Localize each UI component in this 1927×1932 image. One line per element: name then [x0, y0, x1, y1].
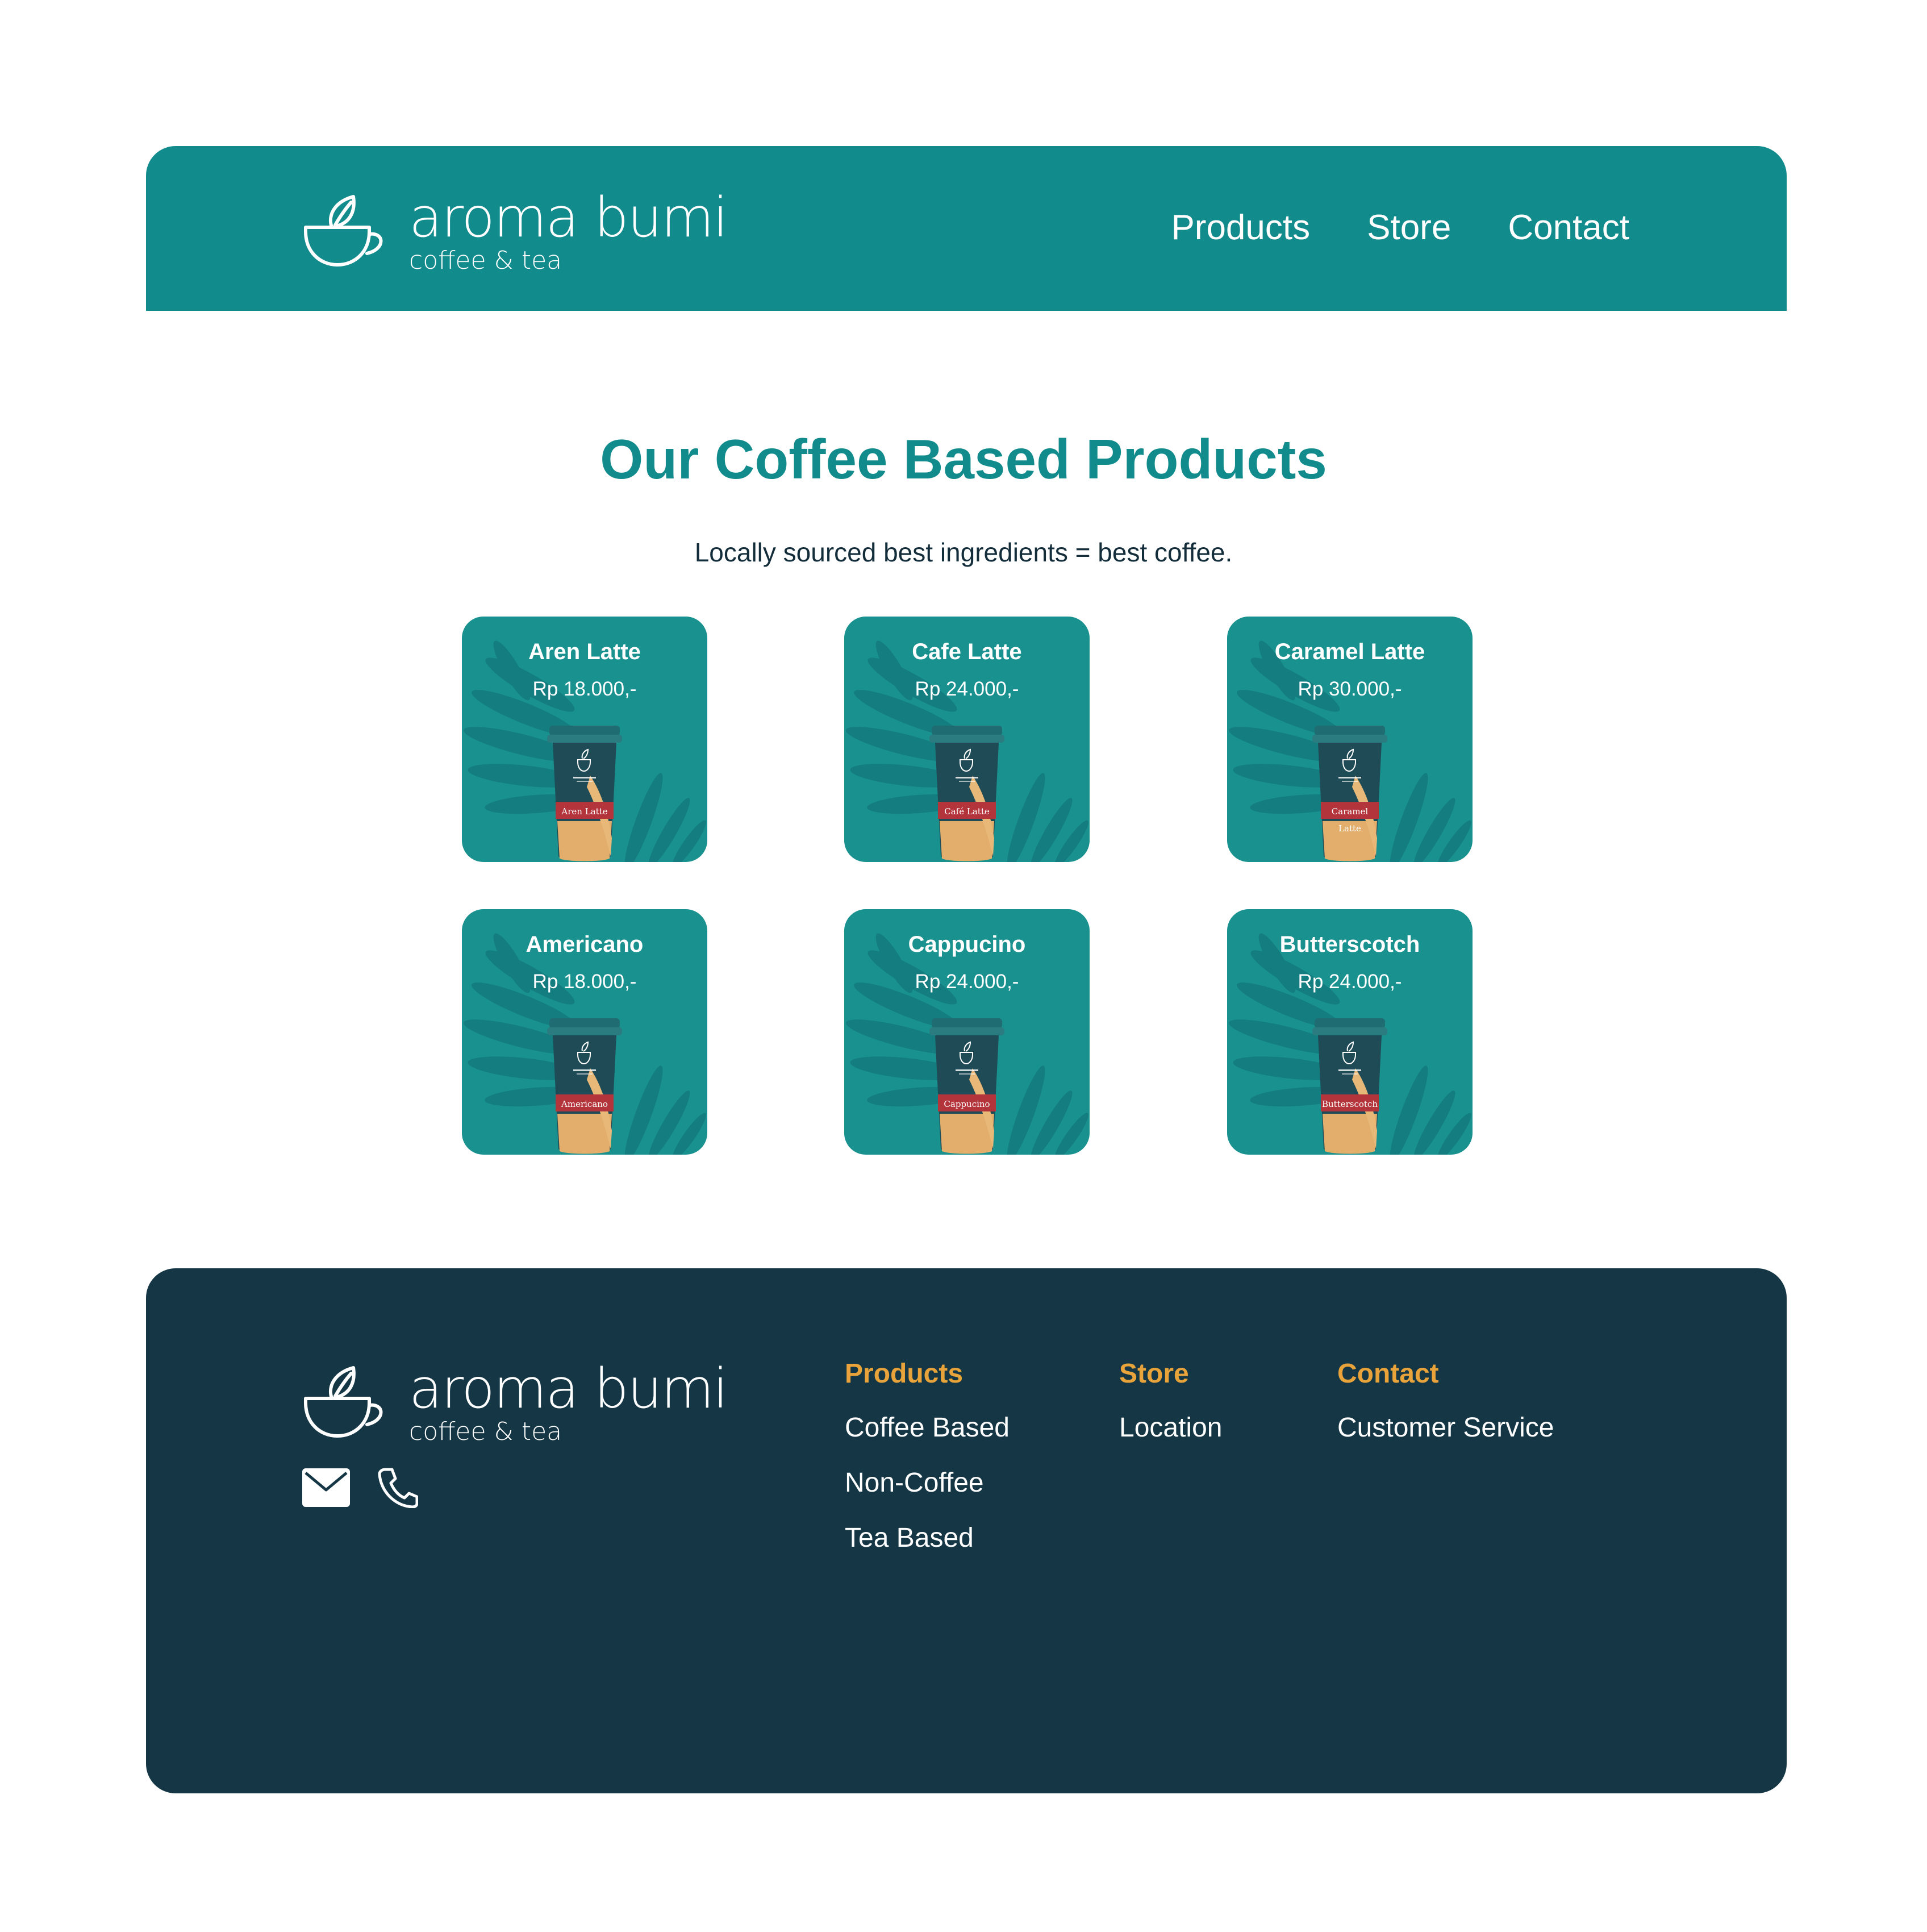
footer-link-customer-service[interactable]: Customer Service: [1337, 1412, 1554, 1443]
cup-with-leaf-icon: [301, 194, 391, 270]
product-card-caramel-latte[interactable]: Caramel Latte Rp 30.000,- Caramel Latte: [1227, 617, 1473, 862]
product-price: Rp 18.000,-: [532, 971, 637, 993]
cup-label: Americano: [561, 1099, 608, 1109]
cup-with-leaf-icon: [301, 1365, 391, 1442]
product-price: Rp 30.000,-: [1298, 678, 1402, 700]
product-price: Rp 24.000,-: [915, 678, 1019, 700]
footer-column-products: Products Coffee Based Non-Coffee Tea Bas…: [845, 1358, 1010, 1577]
footer-link-location[interactable]: Location: [1119, 1412, 1222, 1443]
footer-column-store: Store Location: [1119, 1358, 1222, 1467]
product-card-cafe-latte[interactable]: Cafe Latte Rp 24.000,- Café Latte: [844, 617, 1090, 862]
brand-tagline: coffee & tea: [409, 1417, 562, 1446]
product-price: Rp 24.000,-: [915, 971, 1019, 993]
coffee-cup-image: [545, 1017, 624, 1155]
brand-name: aroma bumi: [409, 186, 728, 249]
product-price: Rp 24.000,-: [1298, 971, 1402, 993]
footer-link-non-coffee[interactable]: Non-Coffee: [845, 1467, 1010, 1498]
product-name: Caramel Latte: [1274, 639, 1425, 664]
coffee-cup-image: [545, 724, 624, 862]
footer-heading[interactable]: Contact: [1337, 1358, 1554, 1389]
nav-contact[interactable]: Contact: [1508, 207, 1629, 248]
cup-label: Aren Latte: [561, 806, 608, 817]
footer-column-contact: Contact Customer Service: [1337, 1358, 1554, 1467]
header-logo[interactable]: aroma bumi coffee & tea: [301, 186, 728, 275]
footer-link-coffee-based[interactable]: Coffee Based: [845, 1412, 1010, 1443]
footer-heading[interactable]: Products: [845, 1358, 1010, 1389]
page-title: Our Coffee Based Products: [600, 428, 1327, 490]
product-name: Cafe Latte: [912, 639, 1022, 664]
cup-label: Butterscotch: [1321, 1099, 1378, 1109]
cup-label: Caramel Latte: [1331, 806, 1369, 834]
product-name: Butterscotch: [1279, 932, 1420, 957]
footer-heading[interactable]: Store: [1119, 1358, 1222, 1389]
footer-link-tea-based[interactable]: Tea Based: [845, 1522, 1010, 1554]
contact-icons: [302, 1467, 418, 1508]
coffee-cup-image: [1310, 1017, 1390, 1155]
brand-name: aroma bumi: [409, 1357, 728, 1421]
cup-label: Café Latte: [944, 806, 990, 817]
cup-label: Cappucino: [944, 1099, 990, 1109]
brand-tagline: coffee & tea: [409, 246, 562, 275]
product-card-americano[interactable]: Americano Rp 18.000,- Americano: [462, 909, 707, 1155]
nav-store[interactable]: Store: [1367, 207, 1451, 248]
product-name: Americano: [525, 932, 644, 957]
product-card-cappucino[interactable]: Cappucino Rp 24.000,- Cappucino: [844, 909, 1090, 1155]
site-footer: aroma bumi coffee & tea Products Coffee …: [146, 1268, 1787, 1793]
site-header: aroma bumi coffee & tea Products Store C…: [146, 146, 1787, 311]
product-card-butterscotch[interactable]: Butterscotch Rp 24.000,- Butterscotch: [1227, 909, 1473, 1155]
page-subtitle: Locally sourced best ingredients = best …: [694, 538, 1233, 567]
mail-icon[interactable]: [302, 1468, 350, 1507]
footer-logo[interactable]: aroma bumi coffee & tea: [301, 1357, 728, 1446]
product-name: Cappucino: [908, 932, 1026, 957]
phone-icon[interactable]: [377, 1467, 418, 1508]
main-nav: Products Store Contact: [1171, 207, 1629, 248]
coffee-cup-image: [927, 724, 1007, 862]
product-price: Rp 18.000,-: [532, 678, 637, 700]
product-card-aren-latte[interactable]: Aren Latte Rp 18.000,- Aren Latte: [462, 617, 707, 862]
product-name: Aren Latte: [528, 639, 641, 664]
coffee-cup-image: [927, 1017, 1007, 1155]
nav-products[interactable]: Products: [1171, 207, 1310, 248]
coffee-cup-image: [1310, 724, 1390, 862]
